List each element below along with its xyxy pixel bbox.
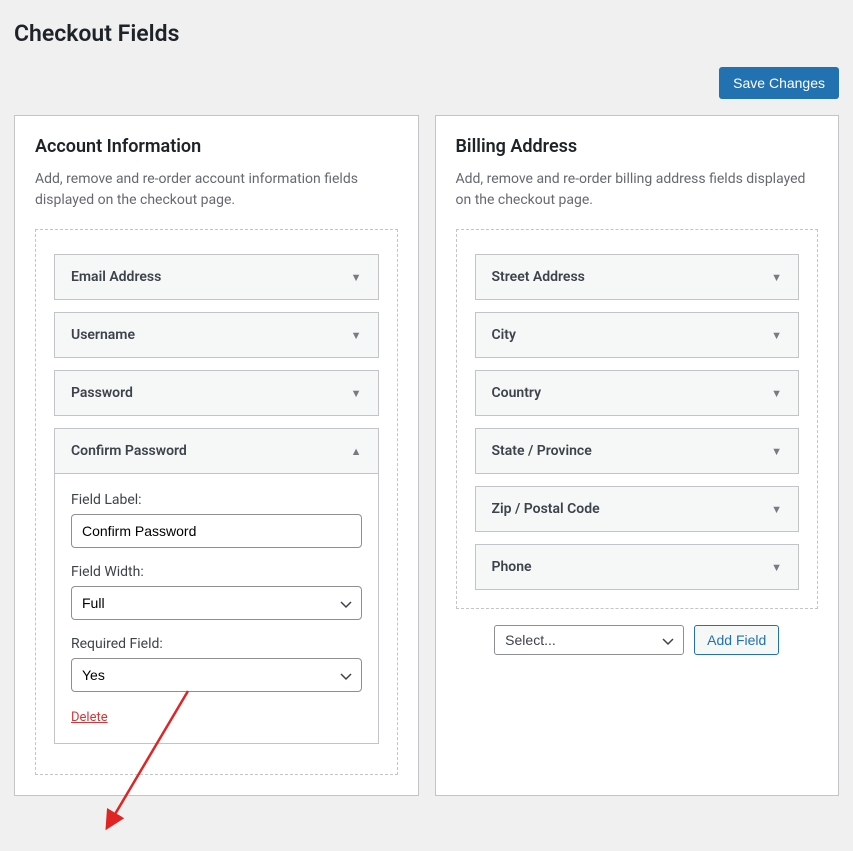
field-row-country[interactable]: Country ▼ [475,370,800,416]
chevron-down-icon: ▼ [771,561,782,574]
field-row-username[interactable]: Username ▼ [54,312,379,358]
account-fields-container: Email Address ▼ Username ▼ Password ▼ Co… [35,229,398,775]
chevron-down-icon: ▼ [771,329,782,342]
chevron-down-icon: ▼ [351,387,362,400]
chevron-down-icon: ▼ [771,271,782,284]
field-row-label: Phone [492,559,532,575]
add-field-select-wrap: Select... [494,625,684,655]
chevron-down-icon: ▼ [771,503,782,516]
field-row-label: City [492,327,516,343]
field-details-confirm-password: Field Label: Field Width: Full Required … [54,474,379,744]
field-row-confirm-password[interactable]: Confirm Password ▲ [54,428,379,474]
field-label-input[interactable] [71,514,362,548]
field-width-select-wrap: Full [71,586,362,620]
field-row-label: Street Address [492,269,585,285]
add-field-button[interactable]: Add Field [694,625,779,655]
field-row-label: Username [71,327,135,343]
add-field-row: Select... Add Field [456,625,819,655]
billing-panel-description: Add, remove and re-order billing address… [456,169,819,211]
field-row-label: State / Province [492,443,592,459]
field-width-label: Field Width: [71,564,362,580]
account-panel-title: Account Information [35,136,398,157]
field-row-label: Password [71,385,133,401]
billing-panel: Billing Address Add, remove and re-order… [435,115,840,796]
field-row-password[interactable]: Password ▼ [54,370,379,416]
field-row-city[interactable]: City ▼ [475,312,800,358]
account-panel-description: Add, remove and re-order account informa… [35,169,398,211]
chevron-down-icon: ▼ [771,445,782,458]
field-row-street[interactable]: Street Address ▼ [475,254,800,300]
field-label-label: Field Label: [71,492,362,508]
field-row-label: Zip / Postal Code [492,501,600,517]
billing-fields-container: Street Address ▼ City ▼ Country ▼ State … [456,229,819,609]
required-field-label: Required Field: [71,636,362,652]
field-row-zip[interactable]: Zip / Postal Code ▼ [475,486,800,532]
top-actions: Save Changes [14,67,839,99]
chevron-down-icon: ▼ [351,271,362,284]
field-row-phone[interactable]: Phone ▼ [475,544,800,590]
chevron-up-icon: ▲ [351,445,362,458]
field-row-label: Confirm Password [71,443,187,459]
billing-panel-title: Billing Address [456,136,819,157]
account-panel: Account Information Add, remove and re-o… [14,115,419,796]
delete-field-link[interactable]: Delete [71,710,108,725]
field-row-email[interactable]: Email Address ▼ [54,254,379,300]
add-field-select[interactable]: Select... [494,625,684,655]
required-field-select[interactable]: Yes [71,658,362,692]
field-row-label: Country [492,385,542,401]
field-row-label: Email Address [71,269,161,285]
chevron-down-icon: ▼ [771,387,782,400]
required-field-select-wrap: Yes [71,658,362,692]
columns-container: Account Information Add, remove and re-o… [14,115,839,796]
chevron-down-icon: ▼ [351,329,362,342]
field-row-state[interactable]: State / Province ▼ [475,428,800,474]
page-title: Checkout Fields [14,20,839,47]
field-width-select[interactable]: Full [71,586,362,620]
save-changes-button[interactable]: Save Changes [719,67,839,99]
